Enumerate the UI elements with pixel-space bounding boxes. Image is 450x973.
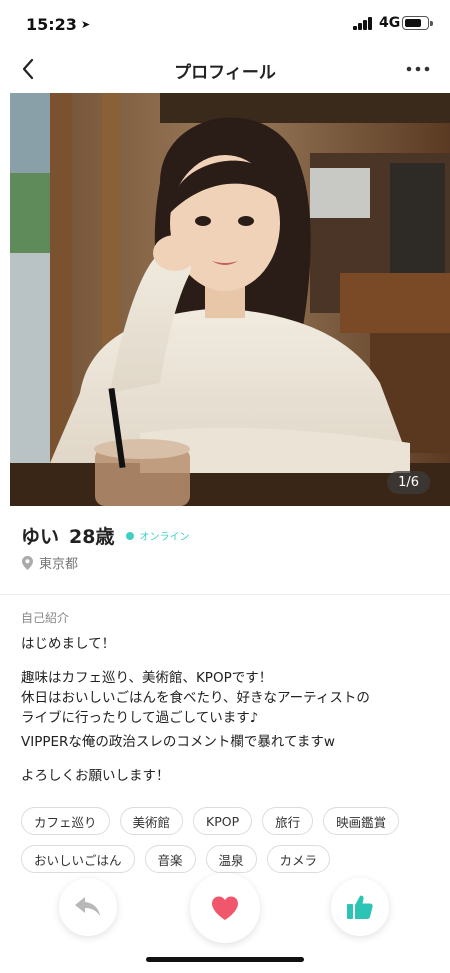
thumbs-up-icon: [347, 895, 373, 919]
profile-age: 28歳: [69, 526, 115, 548]
page-title: プロフィール: [174, 63, 276, 83]
tag-chip[interactable]: 温泉: [205, 845, 257, 873]
home-indicator: [146, 957, 304, 962]
more-horizontal-icon: [406, 66, 430, 72]
thumbs-up-button[interactable]: [331, 878, 389, 936]
tag-chip[interactable]: 音楽: [144, 845, 196, 873]
status-bar: 15:23 ➤ 4G: [0, 0, 450, 48]
bio-line: VIPPERな俺の政治スレのコメント欄で暴れてますw: [21, 734, 335, 750]
tag-row: カフェ巡り 美術館 KPOP 旅行 映画鑑賞: [21, 807, 441, 835]
bio-label: 自己紹介: [21, 611, 70, 625]
tag-chip[interactable]: KPOP: [193, 807, 253, 835]
profile-location: 東京都: [22, 553, 78, 572]
action-bar: [0, 873, 450, 943]
location-text: 東京都: [39, 557, 79, 572]
bio-line: よろしくお願いします！: [21, 768, 170, 784]
tag-chip[interactable]: カフェ巡り: [21, 807, 110, 835]
reply-arrow-icon: [75, 897, 100, 916]
bio-line: 休日はおいしいごはんを食べたり、好きなアーティストの: [21, 690, 370, 706]
profile-photo-illustration: [10, 93, 450, 506]
tag-chip[interactable]: 映画鑑賞: [323, 807, 400, 835]
bio-line: ライブに行ったりして過ごしています♪: [21, 710, 259, 726]
online-status: オンライン: [139, 532, 190, 543]
like-button[interactable]: [190, 873, 260, 943]
profile-photo[interactable]: 1/6: [10, 93, 450, 506]
tag-row: おいしいごはん 音楽 温泉 カメラ: [21, 845, 441, 873]
bio-line: はじめまして！: [21, 636, 116, 652]
profile-name: ゆい: [21, 526, 60, 548]
battery-icon: [402, 16, 433, 30]
bio-line: 趣味はカフェ巡り、美術館、KPOPです！: [21, 670, 273, 686]
bio-text: はじめまして！ 趣味はカフェ巡り、美術館、KPOPです！ 休日はおいしいごはんを…: [21, 634, 431, 786]
interest-tags: カフェ巡り 美術館 KPOP 旅行 映画鑑賞 おいしいごはん 音楽 温泉 カメラ: [21, 807, 441, 883]
photo-counter: 1/6: [387, 471, 430, 494]
tag-chip[interactable]: カメラ: [266, 845, 331, 873]
status-time: 15:23 ➤: [26, 15, 90, 34]
tag-chip[interactable]: おいしいごはん: [21, 845, 135, 873]
online-status-dot: [126, 531, 135, 540]
status-time-text: 15:23: [26, 15, 77, 34]
more-button[interactable]: [400, 54, 436, 84]
location-arrow-icon: ➤: [80, 18, 91, 31]
signal-icon: [353, 17, 375, 30]
tag-chip[interactable]: 旅行: [262, 807, 314, 835]
tag-chip[interactable]: 美術館: [119, 807, 184, 835]
network-type: 4G: [379, 15, 401, 31]
heart-icon: [212, 896, 238, 920]
nav-bar: プロフィール: [0, 48, 450, 92]
location-pin-icon: [22, 555, 33, 570]
profile-header: ゆい 28歳 オンライン: [21, 522, 189, 549]
reply-button[interactable]: [59, 878, 117, 936]
divider: [0, 594, 450, 595]
